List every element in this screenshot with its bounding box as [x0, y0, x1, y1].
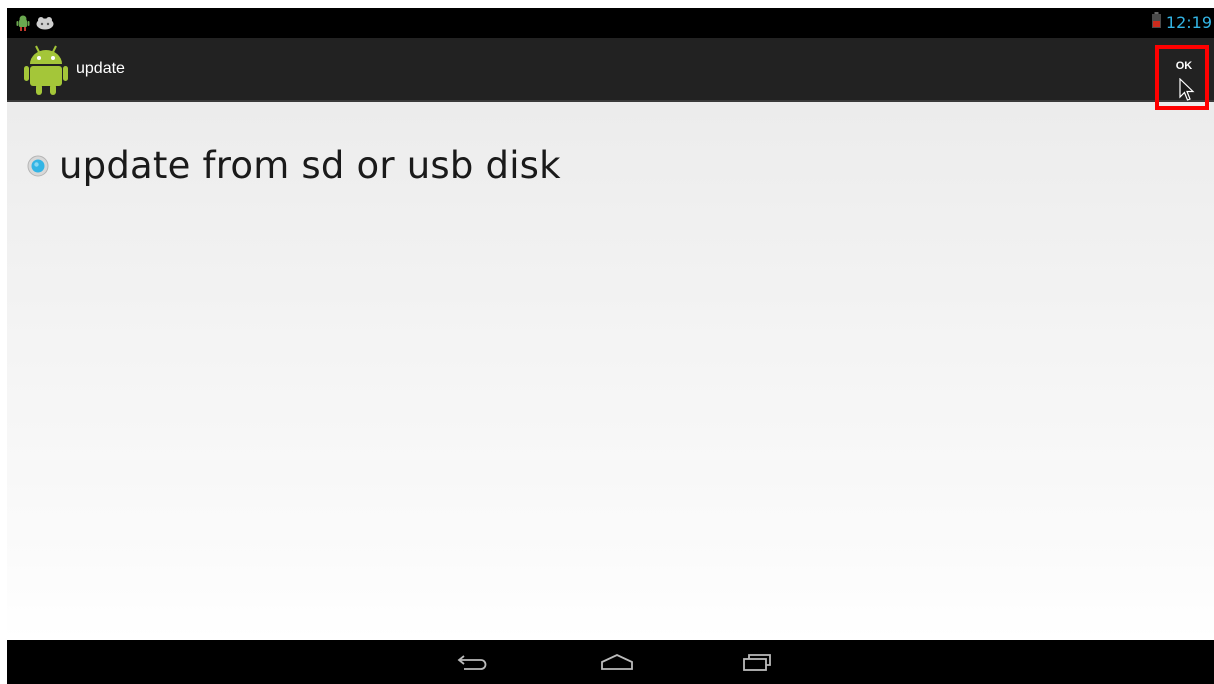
action-bar: update OK — [7, 38, 1214, 102]
status-left-icons — [16, 15, 54, 36]
game-controller-icon — [36, 16, 54, 35]
android-screen: 12:19 update OK update from sd or usb di… — [7, 8, 1214, 684]
android-app-icon[interactable] — [24, 42, 68, 96]
update-option-label: update from sd or usb disk — [59, 144, 561, 187]
radio-selected-icon[interactable] — [27, 155, 49, 177]
action-bar-title: update — [76, 60, 125, 77]
home-icon — [601, 654, 633, 670]
ok-button-label: OK — [1175, 60, 1193, 72]
mouse-cursor-icon — [1179, 77, 1195, 107]
back-button[interactable] — [432, 640, 512, 684]
status-bar: 12:19 — [7, 8, 1214, 38]
android-notification-icon — [16, 15, 30, 36]
home-button[interactable] — [577, 640, 657, 684]
battery-icon — [1151, 12, 1161, 33]
recents-icon — [743, 654, 771, 671]
update-option-radio[interactable]: update from sd or usb disk — [27, 144, 561, 187]
content-area: update from sd or usb disk — [7, 102, 1214, 640]
back-icon — [457, 655, 487, 670]
status-clock: 12:19 — [1165, 13, 1212, 32]
recents-button[interactable] — [717, 640, 797, 684]
navigation-bar — [7, 640, 1214, 684]
status-right-icons: 12:19 — [1151, 12, 1212, 33]
